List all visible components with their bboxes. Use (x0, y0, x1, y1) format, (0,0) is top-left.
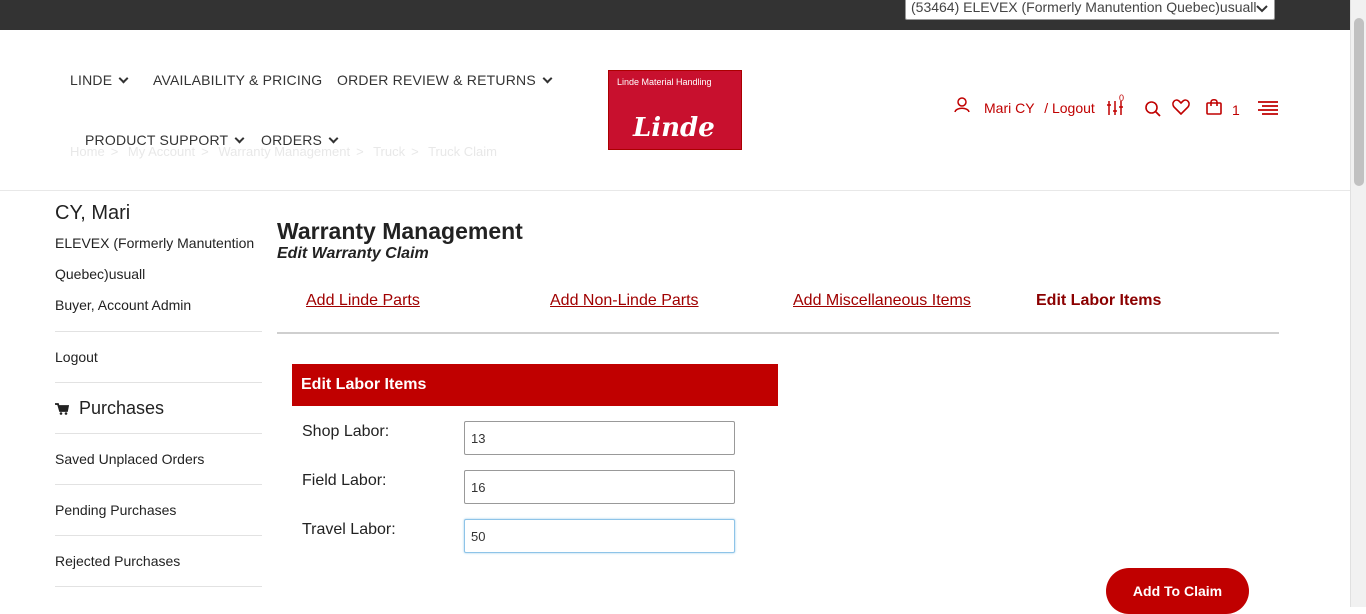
scrollbar-thumb[interactable] (1354, 18, 1364, 186)
account-select[interactable]: (53464) ELEVEX (Formerly Manutention Que… (905, 0, 1275, 20)
divider (55, 535, 262, 536)
site-header: LINDE AVAILABILITY & PRICING ORDER REVIE… (0, 30, 1350, 191)
sidebar-item-rejected-purchases[interactable]: Rejected Purchases (55, 553, 180, 569)
search-icon[interactable] (1144, 100, 1162, 123)
sidebar-company-line2: Quebec)usuall (55, 266, 146, 282)
logo-tagline: Linde Material Handling (617, 77, 712, 87)
page-subtitle: Edit Warranty Claim (277, 245, 429, 262)
header-user: Mari CY / Logout (984, 100, 1095, 116)
nav-linde-label: LINDE (70, 72, 113, 88)
sidebar-logout[interactable]: Logout (55, 349, 98, 365)
menu-icon[interactable] (1257, 100, 1279, 121)
heart-icon[interactable] (1172, 99, 1190, 120)
field-labor-label: Field Labor: (302, 472, 387, 489)
nav-order-review-label: ORDER REVIEW & RETURNS (337, 72, 536, 88)
nav-linde[interactable]: LINDE (70, 72, 129, 88)
account-select-value: (53464) ELEVEX (Formerly Manutention Que… (911, 0, 1257, 15)
sidebar-item-pending-purchases[interactable]: Pending Purchases (55, 502, 176, 518)
scrollbar[interactable] (1350, 0, 1366, 607)
chevron-down-icon (234, 133, 245, 144)
header-logout-link[interactable]: / Logout (1044, 100, 1095, 116)
nav-product-support-label: PRODUCT SUPPORT (85, 132, 229, 148)
user-icon[interactable] (954, 97, 972, 118)
divider (55, 331, 262, 332)
chevron-down-icon (542, 73, 553, 84)
field-labor-input[interactable] (464, 470, 735, 504)
travel-labor-input[interactable] (464, 519, 735, 553)
nav-order-review-returns[interactable]: ORDER REVIEW & RETURNS (337, 72, 553, 88)
top-bar: (53464) ELEVEX (Formerly Manutention Que… (0, 0, 1350, 30)
tab-add-miscellaneous-items[interactable]: Add Miscellaneous Items (793, 292, 971, 310)
divider (55, 382, 262, 383)
divider (55, 484, 262, 485)
nav-availability-label: AVAILABILITY & PRICING (153, 72, 323, 88)
user-name-link[interactable]: Mari CY (984, 100, 1034, 116)
sidebar-user-name: CY, Mari (55, 202, 131, 224)
nav-orders-label: ORDERS (261, 132, 323, 148)
cart-icon[interactable] (1205, 98, 1223, 121)
add-to-claim-button[interactable]: Add To Claim (1106, 568, 1249, 614)
sidebar-item-saved-unplaced-orders[interactable]: Saved Unplaced Orders (55, 451, 204, 467)
nav-orders[interactable]: ORDERS (261, 132, 339, 148)
breadcrumb-truck[interactable]: Truck (373, 144, 405, 159)
shop-labor-input[interactable] (464, 421, 735, 455)
tab-add-non-linde-parts[interactable]: Add Non-Linde Parts (550, 292, 699, 310)
cart-icon (55, 402, 70, 415)
nav-product-support[interactable]: PRODUCT SUPPORT (85, 132, 245, 148)
linde-logo[interactable]: Linde Material Handling Linde (608, 70, 742, 150)
shop-labor-label: Shop Labor: (302, 423, 390, 440)
chevron-down-icon (118, 73, 129, 84)
sidebar-role: Buyer, Account Admin (55, 297, 192, 313)
page-title: Warranty Management (277, 218, 523, 244)
breadcrumb-truck-claim: Truck Claim (428, 144, 497, 159)
nav-availability-pricing[interactable]: AVAILABILITY & PRICING (153, 72, 322, 88)
compare-count: 0 (1119, 93, 1125, 103)
chevron-down-icon (1256, 1, 1268, 17)
divider (55, 586, 262, 587)
travel-labor-label: Travel Labor: (302, 521, 396, 538)
sidebar-purchases-heading: Purchases (79, 398, 165, 418)
chevron-down-icon (328, 133, 339, 144)
labor-panel-heading: Edit Labor Items (292, 364, 778, 406)
compare-icon[interactable] (1106, 100, 1124, 121)
tabs-divider (277, 332, 1279, 334)
divider (55, 433, 262, 434)
cart-count: 1 (1232, 102, 1240, 118)
logo-brand: Linde (633, 113, 715, 143)
sidebar-company-line1: ELEVEX (Formerly Manutention (55, 235, 255, 251)
tab-edit-labor-items[interactable]: Edit Labor Items (1036, 292, 1161, 310)
tab-add-linde-parts[interactable]: Add Linde Parts (306, 292, 420, 310)
